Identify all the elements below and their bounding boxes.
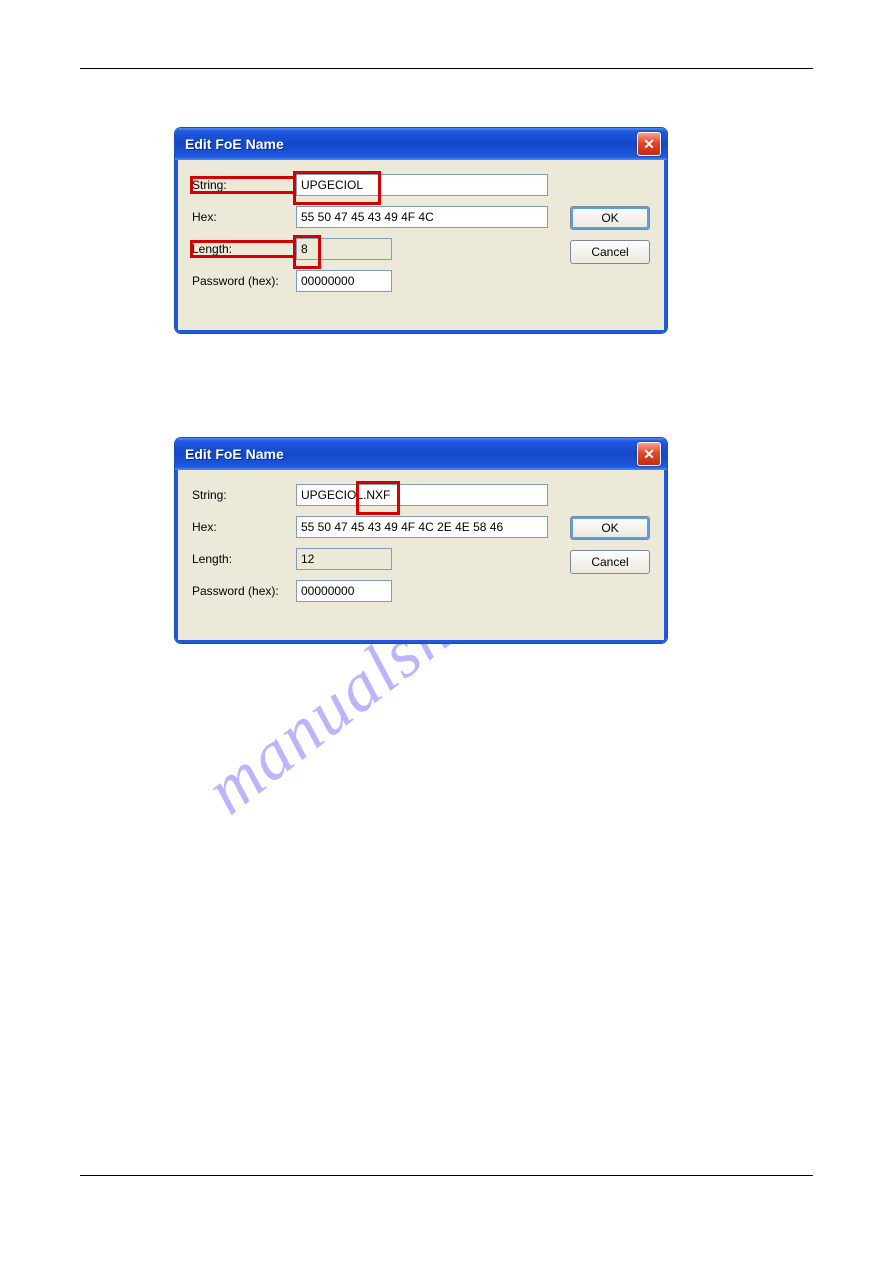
row-string: String:: [192, 174, 650, 196]
cancel-button[interactable]: Cancel: [570, 240, 650, 264]
cancel-button[interactable]: Cancel: [570, 550, 650, 574]
length-input: [296, 238, 392, 260]
dialog-title: Edit FoE Name: [185, 446, 284, 462]
titlebar[interactable]: Edit FoE Name ✕: [175, 438, 667, 470]
label-hex: Hex:: [192, 210, 296, 224]
password-input[interactable]: [296, 270, 392, 292]
string-input[interactable]: [296, 174, 548, 196]
button-column: OK Cancel: [570, 516, 650, 574]
edit-foe-name-dialog-2: Edit FoE Name ✕ String: Hex: Length: Pas…: [175, 438, 667, 643]
button-column: OK Cancel: [570, 206, 650, 264]
label-string: String:: [192, 178, 296, 192]
row-string: String:: [192, 484, 650, 506]
edit-foe-name-dialog-1: Edit FoE Name ✕ String: Hex: Length: Pas…: [175, 128, 667, 333]
string-input[interactable]: [296, 484, 548, 506]
hex-input[interactable]: [296, 516, 548, 538]
dialog-title: Edit FoE Name: [185, 136, 284, 152]
close-button[interactable]: ✕: [637, 132, 661, 156]
hex-input[interactable]: [296, 206, 548, 228]
label-password: Password (hex):: [192, 274, 296, 288]
label-length: Length:: [192, 242, 296, 256]
length-input: [296, 548, 392, 570]
ok-button[interactable]: OK: [570, 516, 650, 540]
titlebar[interactable]: Edit FoE Name ✕: [175, 128, 667, 160]
label-hex: Hex:: [192, 520, 296, 534]
label-password: Password (hex):: [192, 584, 296, 598]
close-button[interactable]: ✕: [637, 442, 661, 466]
label-length: Length:: [192, 552, 296, 566]
password-input[interactable]: [296, 580, 392, 602]
row-password: Password (hex):: [192, 580, 650, 602]
row-password: Password (hex):: [192, 270, 650, 292]
dialog-body: String: Hex: Length: Password (hex): OK …: [175, 470, 667, 643]
dialog-body: String: Hex: Length: Password (hex): OK …: [175, 160, 667, 333]
label-string: String:: [192, 488, 296, 502]
ok-button[interactable]: OK: [570, 206, 650, 230]
bottom-rule: [80, 1175, 813, 1176]
close-icon: ✕: [643, 447, 655, 461]
top-rule: [80, 68, 813, 69]
close-icon: ✕: [643, 137, 655, 151]
